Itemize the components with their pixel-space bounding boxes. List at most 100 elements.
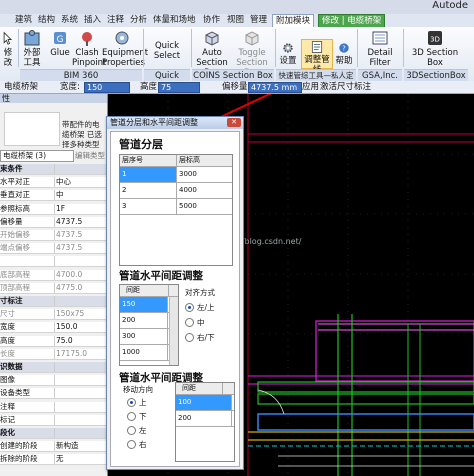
property-row[interactable]: 拆除的阶段无 [0, 454, 107, 466]
property-row[interactable]: 标记 [0, 414, 107, 426]
property-row[interactable]: 底部高程 4700.0 [0, 269, 107, 281]
tab-analyze[interactable]: 分析 [127, 14, 150, 27]
layer-index-cell[interactable]: 2 [120, 183, 177, 198]
move-spacing-cell[interactable]: 200 [176, 411, 232, 426]
property-value[interactable]: 4737.5 [56, 217, 106, 227]
tab-architecture[interactable]: 建筑 [12, 14, 35, 27]
selected-cable-tray[interactable] [257, 413, 474, 431]
close-button[interactable]: ✕ [227, 118, 241, 127]
property-value[interactable]: 150x75 [56, 309, 106, 319]
align-right-radio[interactable] [185, 333, 194, 342]
move-spacing-grid[interactable]: 间距 100 200 [175, 382, 235, 462]
property-row[interactable]: 偏移量 4737.5 [0, 216, 107, 228]
move-up-radio[interactable] [127, 398, 136, 407]
property-group-header[interactable]: 寸标注 [0, 296, 107, 307]
move-spacing-cell[interactable]: 100 [176, 395, 232, 410]
pipe-adjust-button[interactable]: 调整管线 [301, 39, 333, 75]
property-row[interactable]: 宽度 150.0 [0, 322, 107, 334]
3d-section-box-button[interactable]: 3D 3D Section Box [405, 29, 465, 68]
property-row[interactable]: 端点偏移 4737.5 [0, 243, 107, 255]
property-row[interactable]: 长度 17175.0 [0, 348, 107, 360]
tab-massing-site[interactable]: 体量和场地 [150, 14, 199, 27]
property-row[interactable]: 尺寸 150x75 [0, 309, 107, 321]
property-value[interactable]: 4737.5 [56, 243, 106, 253]
tab-view[interactable]: 视图 [224, 14, 247, 27]
property-value[interactable]: 4775.0 [56, 283, 106, 293]
help-button[interactable]: ? 帮助 [333, 41, 355, 66]
layer-elevation-cell[interactable]: 5000 [177, 199, 229, 214]
table-row[interactable]: 1 3000 [120, 167, 232, 183]
layer-grid[interactable]: 层序号 层标高 1 3000 2 4000 3 5000 [119, 154, 233, 266]
align-center-radio[interactable] [185, 318, 194, 327]
tab-manage[interactable]: 管理 [247, 14, 270, 27]
tab-collaborate[interactable]: 协作 [200, 14, 223, 27]
type-selector[interactable]: 电缆桥架 (3) [0, 150, 74, 162]
equipment-properties-button[interactable]: Equipment Properties [102, 29, 148, 68]
property-value[interactable]: 中 [56, 190, 106, 200]
table-row[interactable]: 200 [176, 411, 234, 427]
align-left-radio[interactable] [185, 303, 194, 312]
external-tools-button[interactable]: 外部工具 [20, 29, 44, 68]
tab-annotate[interactable]: 注释 [104, 14, 127, 27]
property-group-header[interactable]: 束条件 [0, 164, 107, 175]
table-row[interactable]: 300 [120, 329, 170, 345]
property-row[interactable]: 开始偏移 4737.5 [0, 230, 107, 241]
property-row[interactable]: 垂直对正中 [0, 190, 107, 202]
move-down-radio[interactable] [127, 412, 136, 421]
layer-elevation-cell[interactable]: 3000 [177, 167, 229, 182]
detail-filter-button[interactable]: Detail Filter [359, 29, 401, 68]
property-row[interactable]: 创建的阶段 新构造 [0, 441, 107, 453]
table-row[interactable]: 3 5000 [120, 199, 232, 215]
spacing-cell[interactable]: 150 [120, 297, 168, 312]
property-row[interactable]: 参照标高 1F [0, 203, 107, 215]
tab-systems[interactable]: 系统 [58, 14, 81, 27]
spacing-cell[interactable]: 1000 [120, 345, 168, 360]
width-input[interactable]: 150 [84, 82, 130, 93]
property-group-header[interactable]: 识数据 [0, 362, 107, 373]
property-value[interactable]: 1F [56, 204, 106, 214]
table-row[interactable]: 100 [176, 395, 234, 411]
layer-index-cell[interactable]: 1 [120, 167, 177, 182]
property-row[interactable]: 注释 [0, 401, 107, 413]
property-row[interactable]: 设备类型 [0, 388, 107, 400]
property-value[interactable]: 中心 [56, 177, 106, 187]
tab-add-ins[interactable]: 附加模块 [272, 14, 315, 28]
offset-input[interactable]: 4737.5 mm [248, 82, 302, 93]
property-value[interactable]: 无 [56, 454, 106, 464]
table-row[interactable]: 2 4000 [120, 183, 232, 199]
apply-button[interactable]: 应用 [302, 81, 319, 93]
modify-button[interactable]: 修改 [0, 29, 16, 68]
property-row[interactable] [0, 256, 107, 268]
property-group-header[interactable]: 段化 [0, 428, 107, 439]
activate-dimension-button[interactable]: 激活尺寸标注 [320, 81, 371, 93]
property-value[interactable]: 75.0 [56, 336, 106, 346]
property-value[interactable]: 4700.0 [56, 270, 106, 280]
property-row[interactable]: 图像 [0, 375, 107, 387]
move-left-radio[interactable] [127, 426, 136, 435]
property-row[interactable]: 高度 75.0 [0, 335, 107, 347]
table-row[interactable]: 200 [120, 313, 170, 329]
property-value[interactable]: 4737.5 [56, 230, 106, 240]
spacing-cell[interactable]: 300 [120, 329, 168, 344]
property-row[interactable]: 顶部高程 4775.0 [0, 282, 107, 294]
quick-select-button[interactable]: Quick Select [145, 41, 189, 61]
layer-index-cell[interactable]: 3 [120, 199, 177, 214]
property-value[interactable]: 新构造 [56, 441, 106, 451]
dialog-title-bar[interactable]: 管道分层和水平间距调整 [107, 117, 243, 129]
property-value[interactable]: 150.0 [56, 322, 106, 332]
spacing-cell[interactable]: 200 [120, 313, 168, 328]
height-input[interactable]: 75 [158, 82, 200, 93]
edit-type-button[interactable]: 编辑类型 [75, 150, 105, 161]
glue-button[interactable]: G Glue [48, 29, 72, 58]
clash-pinpoint-button[interactable]: Clash Pinpoint [72, 29, 106, 68]
spacing-grid[interactable]: 间距 150 200 300 1000 [119, 284, 179, 366]
table-row[interactable]: 1000 [120, 345, 170, 361]
tab-structure[interactable]: 结构 [35, 14, 58, 27]
layer-elevation-cell[interactable]: 4000 [177, 183, 229, 198]
tab-insert[interactable]: 插入 [81, 14, 104, 27]
move-right-radio[interactable] [127, 440, 136, 449]
spacing-scrollbar[interactable] [169, 297, 178, 365]
property-row[interactable]: 水平对正 中心 [0, 177, 107, 189]
settings-button[interactable]: 设置 [277, 41, 299, 66]
table-row[interactable]: 150 [120, 297, 170, 313]
